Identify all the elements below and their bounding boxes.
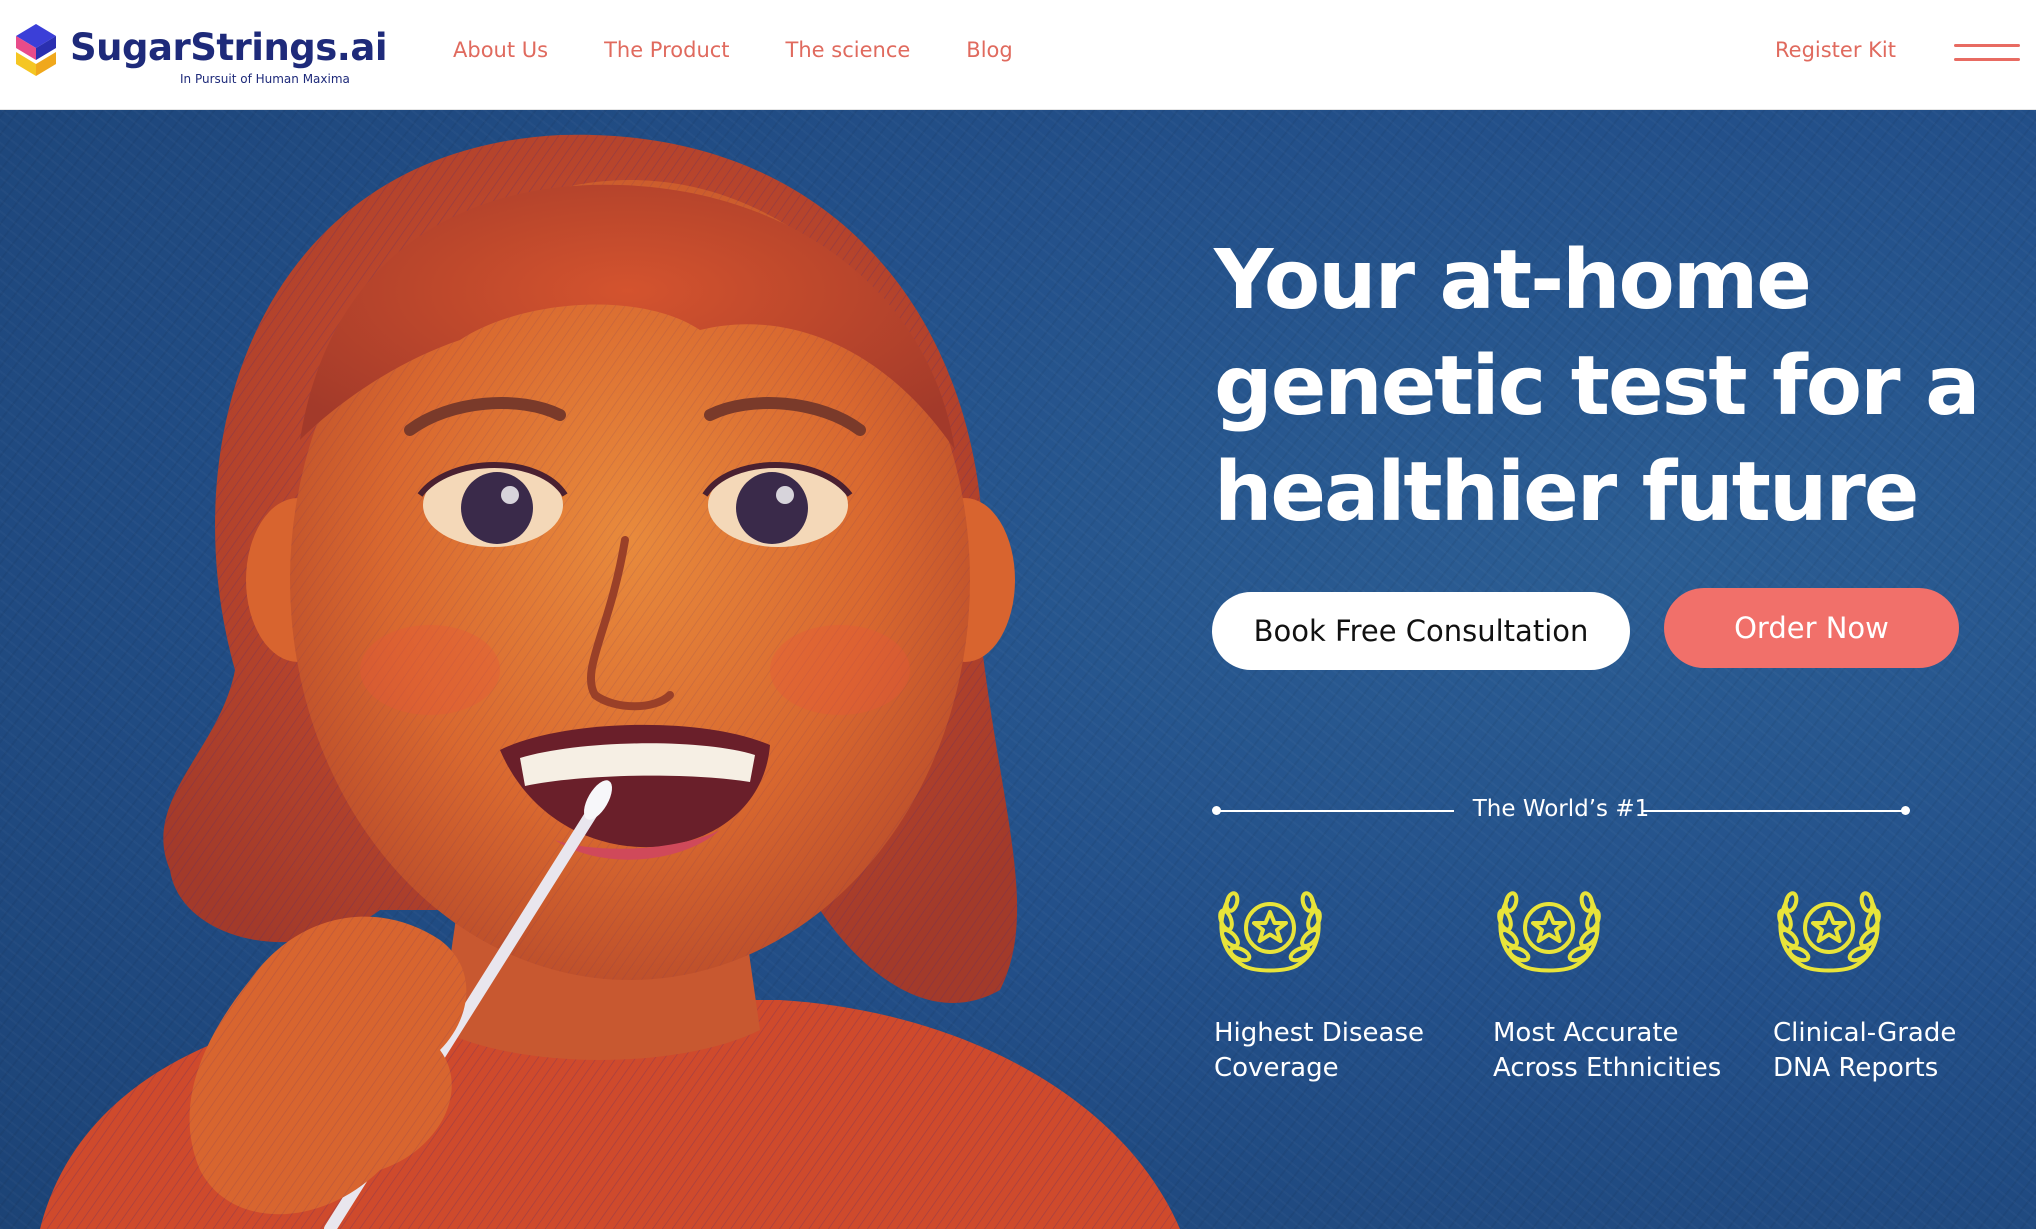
register-kit-link[interactable]: Register Kit [1775, 38, 1896, 62]
laurel-star-icon [1777, 891, 1881, 973]
book-free-consultation-button[interactable]: Book Free Consultation [1212, 592, 1630, 670]
worlds-number-text: The World’s #1 [1472, 796, 1650, 822]
nav-the-product[interactable]: The Product [604, 38, 729, 62]
hero-headline: Your at-home genetic test for a healthie… [1214, 233, 1980, 540]
award-highest-disease-coverage: Highest Disease Coverage [1214, 880, 1454, 1086]
divider-line [1642, 810, 1904, 812]
menu-line [1954, 44, 2020, 47]
nav-blog[interactable]: Blog [966, 38, 1012, 62]
order-now-button[interactable]: Order Now [1664, 588, 1959, 668]
logo-name: SugarStrings.ai [70, 26, 388, 69]
logo-tagline: In Pursuit of Human Maxima [180, 72, 350, 86]
nav-the-science[interactable]: The science [786, 38, 911, 62]
laurel-star-icon [1497, 891, 1601, 973]
main-nav: About Us The Product The science Blog [453, 38, 1013, 62]
worlds-number-divider: The World’s #1 [1212, 796, 1910, 826]
nav-about-us[interactable]: About Us [453, 38, 548, 62]
sugarstrings-logo-icon [16, 24, 56, 76]
hero-section: Your at-home genetic test for a healthie… [0, 110, 2036, 1229]
award-most-accurate: Most Accurate Across Ethnicities [1493, 880, 1733, 1086]
menu-line [1954, 58, 2020, 61]
laurel-star-icon [1218, 891, 1322, 973]
hamburger-menu-icon[interactable] [1954, 40, 2024, 68]
logo-link[interactable]: SugarStrings.ai In Pursuit of Human Maxi… [12, 22, 388, 92]
hero-illustration-girl-cheek-swab [40, 134, 1180, 1229]
award-clinical-grade: Clinical-Grade DNA Reports [1773, 880, 2013, 1086]
site-header: SugarStrings.ai In Pursuit of Human Maxi… [0, 0, 2036, 110]
award-label: Clinical-Grade DNA Reports [1773, 1018, 1957, 1083]
award-label: Most Accurate Across Ethnicities [1493, 1018, 1722, 1083]
divider-dot [1901, 806, 1910, 815]
award-label: Highest Disease Coverage [1214, 1018, 1425, 1083]
